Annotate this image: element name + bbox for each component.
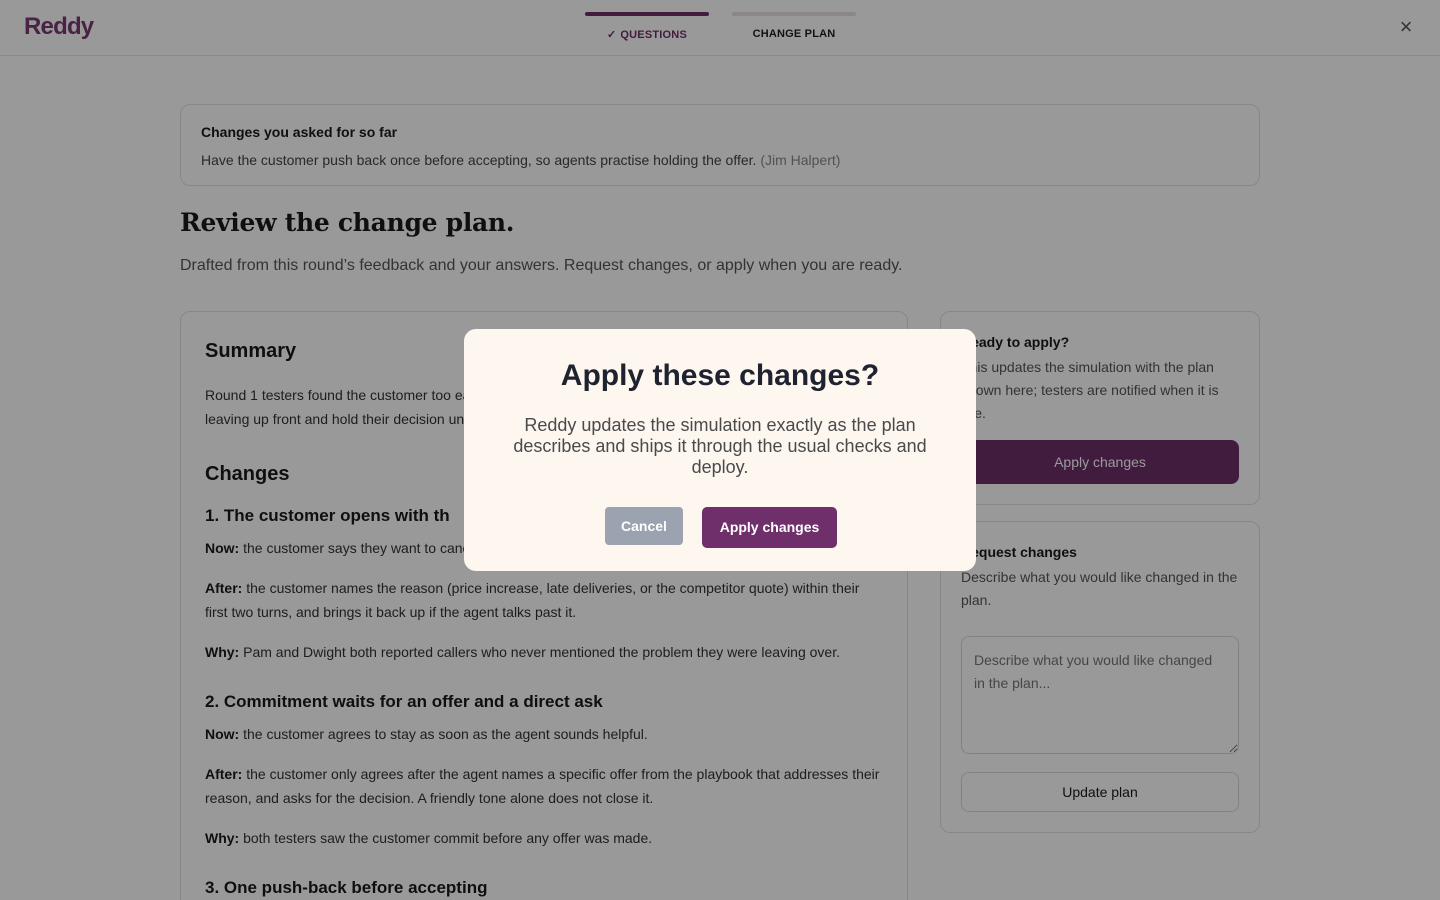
cancel-button[interactable]: Cancel xyxy=(605,507,683,545)
dialog-actions: Cancel Apply changes xyxy=(464,507,976,548)
dialog-body: Reddy updates the simulation exactly as … xyxy=(513,415,927,477)
dialog-title: Apply these changes? xyxy=(560,359,880,392)
apply-confirm-dialog: Apply these changes? Reddy updates the s… xyxy=(464,329,976,571)
confirm-apply-button[interactable]: Apply changes xyxy=(702,507,837,548)
